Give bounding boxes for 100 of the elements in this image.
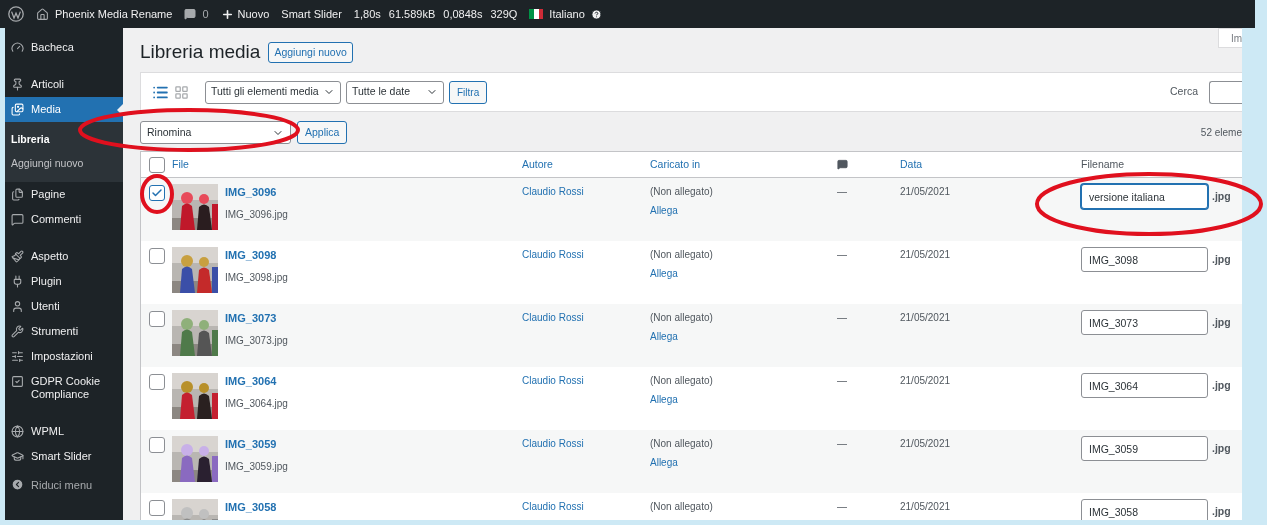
images-icon (11, 103, 24, 116)
filename-input[interactable]: IMG_3058 (1081, 499, 1208, 520)
extension-text: .jpg (1212, 188, 1231, 204)
filename-input[interactable]: IMG_3073 (1081, 310, 1208, 335)
checkbox[interactable] (149, 374, 165, 390)
attachment-status: (Non allegato) (650, 374, 713, 388)
checkbox[interactable] (149, 248, 165, 264)
media-title-link[interactable]: IMG_3058 (225, 499, 277, 516)
attach-link[interactable]: Allega (650, 392, 678, 407)
filename-input[interactable]: IMG_3064 (1081, 373, 1208, 398)
filename-input[interactable]: IMG_3098 (1081, 247, 1208, 272)
brush-icon (11, 249, 24, 263)
bulk-action-dropdown[interactable]: Rinomina (140, 121, 291, 144)
add-new-button[interactable]: Aggiungi nuovo (268, 42, 353, 63)
media-title-link[interactable]: IMG_3064 (225, 373, 288, 390)
file-name: IMG_3073.jpg (225, 333, 288, 348)
file-name: IMG_3098.jpg (225, 270, 288, 285)
sidebar-item[interactable]: GDPR Cookie Compliance (5, 368, 123, 407)
comments-link[interactable]: 0 (184, 5, 209, 23)
filter-button[interactable]: Filtra (449, 80, 488, 104)
author-link[interactable]: Claudio Rossi (522, 184, 584, 199)
date-text: 21/05/2021 (900, 185, 951, 199)
graduation-cap-icon (11, 449, 24, 463)
attach-link[interactable]: Allega (650, 329, 678, 344)
sidebar-item[interactable]: Smart Slider (5, 443, 123, 469)
collapse-menu-button[interactable]: Riduci menu (5, 468, 123, 501)
sliders-icon (11, 349, 24, 363)
type-dropdown[interactable]: Tutti gli elementi media (205, 80, 341, 104)
date-text: 21/05/2021 (900, 374, 951, 388)
media-title-link[interactable]: IMG_3073 (225, 310, 288, 327)
language-link[interactable]: Italiano (529, 5, 602, 23)
column-header[interactable]: File (172, 156, 189, 173)
comment-icon (837, 159, 848, 170)
checkbox[interactable] (149, 185, 165, 201)
file-name: IMG_3059.jpg (225, 459, 288, 474)
comment-count: — (837, 437, 847, 451)
site-link[interactable]: Phoenix Media Rename (36, 5, 173, 23)
author-link[interactable]: Claudio Rossi (522, 247, 584, 262)
extension-text: .jpg (1212, 314, 1231, 330)
checkbox[interactable] (149, 437, 165, 453)
filename-input[interactable]: versione italiana (1081, 184, 1208, 209)
user-icon (11, 299, 24, 313)
author-link[interactable]: Claudio Rossi (522, 310, 584, 325)
stat-text[interactable]: 329Q (490, 5, 518, 23)
comment-count: — (837, 374, 847, 388)
checkbox[interactable] (149, 500, 165, 516)
sidebar-item[interactable]: Utenti (5, 293, 123, 319)
submenu-item[interactable]: Aggiungi nuovo (5, 151, 123, 176)
author-link[interactable]: Claudio Rossi (522, 499, 584, 514)
date-text: 21/05/2021 (900, 248, 951, 262)
checkbox-icon (11, 374, 24, 388)
column-header[interactable]: Caricato in (650, 156, 701, 173)
media-title-link[interactable]: IMG_3059 (225, 436, 288, 453)
sidebar-item[interactable]: Bacheca (5, 35, 123, 60)
sidebar-item[interactable]: Articoli (5, 72, 123, 97)
italy-flag-icon (529, 9, 544, 19)
attachment-status: (Non allegato) (650, 437, 713, 451)
grid-view-icon[interactable] (174, 84, 189, 100)
comment-icon (11, 212, 24, 226)
column-header[interactable]: Autore (522, 156, 553, 173)
attach-link[interactable]: Allega (650, 203, 678, 218)
search-field[interactable] (1209, 80, 1242, 104)
plug-icon (11, 274, 24, 288)
sidebar-item[interactable]: Aspetto (5, 243, 123, 269)
checkbox[interactable] (149, 311, 165, 327)
media-title-link[interactable]: IMG_3096 (225, 184, 288, 201)
stat-text[interactable]: 1,80s (353, 5, 381, 23)
date-text: 21/05/2021 (900, 311, 951, 325)
extension-text: .jpg (1212, 377, 1231, 393)
attach-link[interactable]: Allega (650, 455, 678, 470)
apply-button[interactable]: Applica (297, 121, 348, 144)
submenu-item[interactable]: Libreria (5, 128, 123, 152)
sidebar-item[interactable]: Plugin (5, 268, 123, 294)
attach-link[interactable]: Allega (650, 266, 678, 281)
check-icon (151, 187, 163, 199)
comment-count: — (837, 311, 847, 325)
stat-text[interactable]: 61.589kB (388, 5, 436, 23)
new-link[interactable]: Nuovo (220, 5, 270, 23)
checkbox[interactable] (149, 156, 165, 173)
extension-text: .jpg (1212, 440, 1231, 456)
author-link[interactable]: Claudio Rossi (522, 436, 584, 451)
pin-icon (11, 78, 24, 91)
date-dropdown[interactable]: Tutte le date (346, 80, 444, 104)
sidebar-item[interactable]: Commenti (5, 206, 123, 232)
attachment-status: (Non allegato) (650, 248, 713, 262)
column-header[interactable]: Data (900, 156, 923, 173)
sidebar-item[interactable]: Media (5, 97, 123, 122)
stat-text[interactable]: 0,0848s (443, 5, 483, 23)
sidebar-item[interactable]: Pagine (5, 181, 123, 207)
media-title-link[interactable]: IMG_3098 (225, 247, 288, 264)
sidebar-item[interactable]: Impostazioni (5, 343, 123, 369)
page-title: Libreria media (140, 40, 261, 65)
globe-icon (11, 424, 24, 438)
filename-input[interactable]: IMG_3059 (1081, 436, 1208, 461)
plugin-link[interactable]: Smart Slider (281, 5, 342, 23)
wordpress-logo-icon[interactable] (8, 6, 24, 22)
sidebar-item[interactable]: Strumenti (5, 318, 123, 344)
screen-options-button[interactable]: Im (1218, 28, 1242, 48)
sidebar-item[interactable]: WPML (5, 418, 123, 444)
author-link[interactable]: Claudio Rossi (522, 373, 584, 388)
